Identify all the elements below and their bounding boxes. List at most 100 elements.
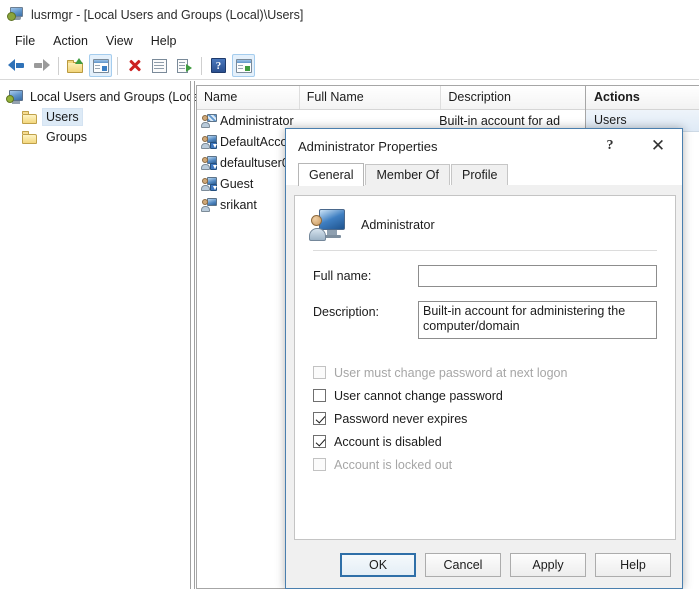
account-name: Administrator xyxy=(361,218,435,232)
up-one-level-button[interactable] xyxy=(64,54,87,77)
column-header-full-name[interactable]: Full Name xyxy=(300,86,442,109)
checkbox-label: User must change password at next logon xyxy=(334,365,568,380)
export-list-button[interactable] xyxy=(173,54,196,77)
properties-button[interactable] xyxy=(148,54,171,77)
properties-icon xyxy=(152,58,167,73)
cell-name-text: defaultuser0 xyxy=(220,155,289,170)
toolbar: ? xyxy=(0,52,699,80)
help-button[interactable]: ? xyxy=(207,54,230,77)
checkbox-user-cannot-change-password[interactable]: User cannot change password xyxy=(313,384,657,407)
back-button[interactable] xyxy=(5,54,28,77)
user-icon xyxy=(201,176,217,191)
tree-node-groups[interactable]: Groups xyxy=(0,127,190,147)
menu-bar: File Action View Help xyxy=(0,29,699,52)
tree-node-groups-label: Groups xyxy=(46,130,87,144)
checkbox-box xyxy=(313,389,326,402)
user-icon xyxy=(201,155,217,170)
export-list-icon xyxy=(177,58,192,73)
cell-name-text: Administrator xyxy=(220,113,294,128)
dialog-content-general: Administrator Full name: Description: Us… xyxy=(294,195,676,540)
show-hide-action-pane-icon xyxy=(235,58,252,73)
checkbox-box xyxy=(313,458,326,471)
toolbar-separator xyxy=(117,56,118,75)
user-icon xyxy=(201,197,217,212)
dialog-help-icon[interactable]: ? xyxy=(590,129,630,163)
field-row-description: Description: xyxy=(295,301,675,339)
dialog-titlebar: Administrator Properties ? ✕ xyxy=(286,129,682,163)
pane-splitter[interactable] xyxy=(190,81,195,589)
column-header-description[interactable]: Description xyxy=(441,86,585,109)
user-icon xyxy=(201,134,217,149)
menu-item-view[interactable]: View xyxy=(97,31,142,51)
show-hide-action-pane-button[interactable] xyxy=(232,54,255,77)
folder-icon xyxy=(22,130,38,144)
checkbox-password-never-expires[interactable]: Password never expires xyxy=(313,407,657,430)
show-hide-console-tree-button[interactable] xyxy=(89,54,112,77)
show-hide-console-tree-icon xyxy=(92,58,109,73)
user-admin-icon xyxy=(201,113,217,128)
tree-node-root-label: Local Users and Groups (Local) xyxy=(30,90,207,104)
cell-description: Built-in account for ad xyxy=(439,113,561,128)
dialog-title: Administrator Properties xyxy=(298,138,438,154)
console-tree-pane: Local Users and Groups (Local) Users Gro… xyxy=(0,81,206,589)
back-icon xyxy=(8,59,25,72)
cell-name: Administrator xyxy=(201,113,301,128)
actions-pane-title: Actions xyxy=(586,86,699,110)
cell-name-text: srikant xyxy=(220,197,257,212)
account-options-list: User must change password at next logon … xyxy=(295,339,675,476)
checkbox-box xyxy=(313,366,326,379)
full-name-label: Full name: xyxy=(313,269,372,283)
folder-icon xyxy=(22,110,38,124)
toolbar-separator xyxy=(201,56,202,75)
toolbar-separator xyxy=(58,56,59,75)
dialog-footer: OK Cancel Apply Help xyxy=(286,542,682,588)
checkbox-account-is-locked-out[interactable]: Account is locked out xyxy=(313,453,657,476)
checkbox-label: Account is locked out xyxy=(334,457,453,472)
checkbox-label: User cannot change password xyxy=(334,388,503,403)
forward-icon xyxy=(33,59,50,72)
delete-button[interactable] xyxy=(123,54,146,77)
cell-name-text: DefaultAcco xyxy=(220,134,288,149)
close-icon[interactable]: ✕ xyxy=(638,129,678,163)
delete-icon xyxy=(127,58,142,73)
checkbox-user-must-change-password[interactable]: User must change password at next logon xyxy=(313,361,657,384)
checkbox-account-is-disabled[interactable]: Account is disabled xyxy=(313,430,657,453)
field-row-full-name: Full name: xyxy=(295,265,675,287)
tree-node-users[interactable]: Users xyxy=(0,107,190,127)
tree-node-users-label: Users xyxy=(42,108,83,126)
checkbox-label: Password never expires xyxy=(334,411,468,426)
window-titlebar: lusrmgr - [Local Users and Groups (Local… xyxy=(0,0,699,29)
computer-icon xyxy=(6,89,23,105)
lusrmgr-window: lusrmgr - [Local Users and Groups (Local… xyxy=(0,0,699,589)
menu-item-action[interactable]: Action xyxy=(44,31,97,51)
up-one-level-icon xyxy=(67,58,84,73)
apply-button[interactable]: Apply xyxy=(510,553,586,577)
description-input[interactable] xyxy=(418,301,657,339)
cell-name-text: Guest xyxy=(220,176,254,191)
tab-profile[interactable]: Profile xyxy=(451,164,509,185)
window-title: lusrmgr - [Local Users and Groups (Local… xyxy=(31,7,304,22)
menu-item-file[interactable]: File xyxy=(6,31,44,51)
dialog-tabstrip: General Member Of Profile xyxy=(286,163,682,186)
cancel-button[interactable]: Cancel xyxy=(425,553,501,577)
description-label: Description: xyxy=(313,305,379,319)
ok-button[interactable]: OK xyxy=(340,553,416,577)
forward-button[interactable] xyxy=(30,54,53,77)
tab-member-of[interactable]: Member Of xyxy=(365,164,450,185)
list-column-headers: Name Full Name Description xyxy=(197,86,585,110)
menu-item-help[interactable]: Help xyxy=(142,31,186,51)
divider xyxy=(313,250,657,251)
tab-general[interactable]: General xyxy=(298,163,365,186)
checkbox-label: Account is disabled xyxy=(334,434,442,449)
mmc-console-icon xyxy=(7,6,24,23)
checkbox-box xyxy=(313,435,326,448)
full-name-input[interactable] xyxy=(418,265,657,287)
user-large-icon xyxy=(309,209,345,241)
dialog-help-button[interactable]: Help xyxy=(595,553,671,577)
account-header: Administrator xyxy=(295,196,675,242)
tree-node-root[interactable]: Local Users and Groups (Local) xyxy=(0,87,206,107)
column-header-name[interactable]: Name xyxy=(197,86,300,109)
administrator-properties-dialog: Administrator Properties ? ✕ General Mem… xyxy=(285,128,683,589)
help-icon: ? xyxy=(211,58,226,73)
checkbox-box xyxy=(313,412,326,425)
